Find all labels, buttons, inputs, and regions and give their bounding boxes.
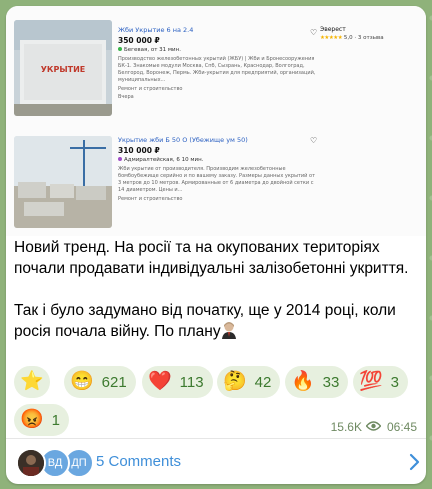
post-paragraph: Новий тренд. На росії та на окупованих т… <box>14 239 409 277</box>
chevron-right-icon <box>408 453 420 476</box>
seller-info: Эверест ★★★★★ 5,0 · 3 отзыва <box>320 26 384 41</box>
post-paragraph: Так і було задумано від початку, ще у 20… <box>14 302 396 340</box>
view-count: 15.6K <box>330 420 362 434</box>
reaction-count: 113 <box>179 373 204 391</box>
seller-rating: ★★★★★ 5,0 · 3 отзыва <box>320 35 384 41</box>
listing-card: УКРЫТИЕ Жби Укрытие 6 на 2.4 350 000 ₽ Б… <box>14 12 318 130</box>
post-time: 06:45 <box>386 420 417 434</box>
heart-emoji-icon: ❤️ <box>148 371 172 392</box>
reaction-count: 621 <box>101 373 127 391</box>
eye-icon <box>365 420 382 434</box>
listing-category: Ремонт и строительство <box>118 86 183 92</box>
comments-label: 5 Comments <box>96 453 182 470</box>
post-text: Новий тренд. На росії та на окупованих т… <box>14 237 414 342</box>
custom-emoji-icon <box>221 321 237 339</box>
listing-photo: УКРЫТИЕ <box>14 20 112 116</box>
reaction-hundred[interactable]: 💯 3 <box>353 366 409 398</box>
listing-date: Вчера <box>118 94 134 100</box>
metro-dot-icon <box>118 157 122 161</box>
listing-description: Производство железобетонных укрытий (ЖБУ… <box>118 56 316 83</box>
avatar <box>16 448 46 478</box>
post-screenshot-image[interactable]: УКРЫТИЕ Жби Укрытие 6 на 2.4 350 000 ₽ Б… <box>6 6 426 236</box>
fire-emoji-icon: 🔥 <box>291 371 315 392</box>
channel-post: УКРЫТИЕ Жби Укрытие 6 на 2.4 350 000 ₽ Б… <box>6 6 426 484</box>
post-meta: 15.6K 06:45 <box>331 420 417 434</box>
listing-location: Бегевая, от 31 мин. <box>118 47 318 53</box>
listing-category: Ремонт и строительство <box>118 196 183 202</box>
seller-name: Эверест <box>320 26 346 33</box>
listing-price: 350 000 ₽ <box>118 36 160 45</box>
reaction-thinking[interactable]: 🤔 42 <box>217 366 281 398</box>
reaction-count: 33 <box>322 373 340 391</box>
star-reaction-icon: ⭐ <box>20 371 44 392</box>
reaction-count: 42 <box>254 373 272 391</box>
reaction-grin[interactable]: 😁 621 <box>64 366 136 398</box>
listing-title: Жби Укрытие 6 на 2.4 <box>118 26 194 34</box>
angry-emoji-icon: 😡 <box>20 409 44 430</box>
reaction-heart[interactable]: ❤️ 113 <box>142 366 213 398</box>
reaction-star[interactable]: ⭐ <box>14 366 50 398</box>
favorite-heart-icon: ♡ <box>310 28 318 37</box>
rating-stars-icon: ★★★★★ <box>320 35 343 41</box>
grin-emoji-icon: 😁 <box>70 371 94 392</box>
favorite-heart-icon: ♡ <box>310 136 318 145</box>
photo-sign-text: УКРЫТИЕ <box>41 65 85 74</box>
listing-title: Укрытие жби Б 50 О (Убежище ум 50) <box>118 136 248 144</box>
reaction-angry[interactable]: 😡 1 <box>14 404 70 436</box>
listing-card: Укрытие жби Б 50 О (Убежище ум 50) 310 0… <box>14 132 318 232</box>
listing-photo <box>14 136 112 228</box>
reaction-count: 1 <box>51 411 61 429</box>
reaction-fire[interactable]: 🔥 33 <box>285 366 349 398</box>
metro-dot-icon <box>118 47 122 51</box>
reaction-count: 3 <box>390 373 400 391</box>
listing-location: Адмиралтейская, 6 10 мин. <box>118 157 318 163</box>
hundred-emoji-icon: 💯 <box>359 371 383 392</box>
comments-button[interactable]: ВД ДП 5 Comments <box>6 438 426 484</box>
thinking-emoji-icon: 🤔 <box>223 371 247 392</box>
listing-description: Жби укрытие от производителя. Производим… <box>118 166 315 193</box>
listing-price: 310 000 ₽ <box>118 146 160 155</box>
